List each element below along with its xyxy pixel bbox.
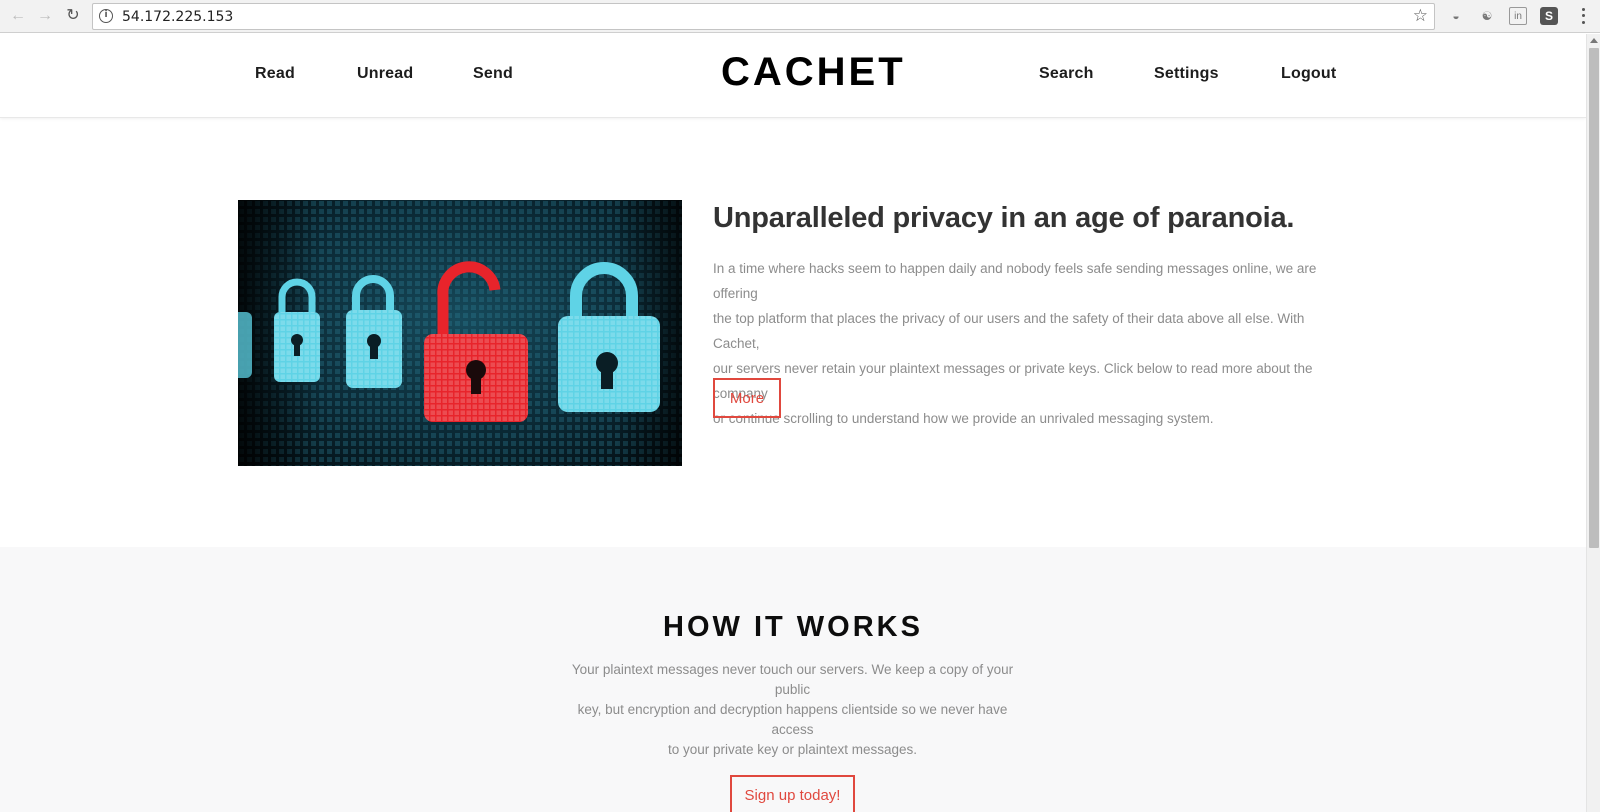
nav-settings[interactable]: Settings xyxy=(1154,65,1219,83)
reload-icon[interactable]: ↻ xyxy=(63,6,83,26)
site-header: Read Unread Send CACHET Search Settings … xyxy=(0,34,1586,118)
hero-line: or continue scrolling to understand how … xyxy=(713,411,1214,426)
web-page: Read Unread Send CACHET Search Settings … xyxy=(0,34,1586,812)
hero-description: In a time where hacks seem to happen dai… xyxy=(713,256,1343,431)
scroll-up-icon[interactable] xyxy=(1590,38,1598,43)
nav-read[interactable]: Read xyxy=(255,65,295,83)
nav-send[interactable]: Send xyxy=(473,65,513,83)
hero-line: In a time where hacks seem to happen dai… xyxy=(713,261,1317,301)
hero-title: Unparalleled privacy in an age of parano… xyxy=(713,202,1295,234)
back-icon[interactable]: ← xyxy=(8,6,28,26)
linkedin-icon[interactable]: in xyxy=(1509,7,1527,25)
how-it-works-description: Your plaintext messages never touch our … xyxy=(560,660,1025,760)
how-line: to your private key or plaintext message… xyxy=(667,742,918,757)
ublock-icon[interactable]: ◒ xyxy=(1447,7,1465,25)
hero-line: our servers never retain your plaintext … xyxy=(713,361,1313,401)
how-line: key, but encryption and decryption happe… xyxy=(577,702,1008,737)
how-it-works-section: HOW IT WORKS Your plaintext messages nev… xyxy=(0,547,1586,812)
nav-logout[interactable]: Logout xyxy=(1281,65,1336,83)
padlocks-image xyxy=(238,200,682,466)
scrollbar-thumb[interactable] xyxy=(1589,48,1599,548)
url-text[interactable]: 54.172.225.153 xyxy=(122,9,233,25)
nav-unread[interactable]: Unread xyxy=(357,65,413,83)
kebab-menu-icon[interactable] xyxy=(1580,6,1586,26)
star-icon[interactable]: ☆ xyxy=(1413,6,1428,26)
address-bar[interactable]: i 54.172.225.153 ☆ xyxy=(92,3,1435,30)
info-icon[interactable]: i xyxy=(99,9,113,23)
hero-line: the top platform that places the privacy… xyxy=(713,311,1305,351)
how-line: Your plaintext messages never touch our … xyxy=(571,662,1014,697)
forward-icon[interactable]: → xyxy=(35,6,55,26)
ghostery-icon[interactable]: ☯ xyxy=(1478,7,1496,25)
more-button[interactable]: More xyxy=(713,378,781,418)
nav-search[interactable]: Search xyxy=(1039,65,1094,83)
signup-button[interactable]: Sign up today! xyxy=(730,775,855,812)
how-it-works-title: HOW IT WORKS xyxy=(663,611,923,643)
s-extension-icon[interactable]: S xyxy=(1540,7,1558,25)
page-scrollbar[interactable] xyxy=(1586,34,1600,812)
site-logo[interactable]: CACHET xyxy=(721,50,906,95)
browser-toolbar: ← → ↻ i 54.172.225.153 ☆ ◒ ☯ in S xyxy=(0,0,1600,33)
